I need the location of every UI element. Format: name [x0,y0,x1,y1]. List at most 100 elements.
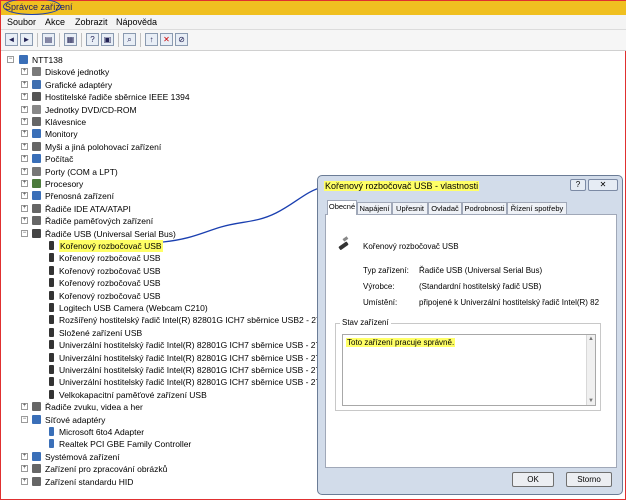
expand-icon[interactable]: + [21,93,28,101]
tab-rizeni-spotreby[interactable]: Řízení spotřeby [507,202,567,214]
expand-icon[interactable]: + [21,68,28,76]
tree-item-label: Řadiče IDE ATA/ATAPI [45,203,131,214]
collapse-icon[interactable]: − [21,415,28,423]
expand-icon[interactable]: + [21,403,28,411]
expand-icon[interactable]: + [21,217,28,225]
tree-root-label: NTT138 [32,55,63,65]
help-icon[interactable]: ? [86,33,99,46]
app-window: Správce zařízení Soubor Akce Zobrazit Ná… [0,0,626,500]
device-icon [32,129,41,139]
device-icon [32,179,41,188]
dialog-title: Kořenový rozbočovač USB - vlastnosti [324,181,480,191]
tab-ovladac[interactable]: Ovladač [428,202,462,214]
tree-item-label: Řadiče USB (Universal Serial Bus) [45,228,176,239]
tree-item-label: Zařízení pro zpracování obrázků [45,464,168,475]
tree-item-label: Kořenový rozbočovač USB [59,265,161,276]
device-icon [49,340,54,350]
tree-item-label: Procesory [45,179,84,189]
expand-icon[interactable]: + [21,105,28,113]
toolbar: ◄ ► ▤ ▦ ? ▣ ⌕ ↑ ✕ ⊘ [1,30,626,51]
device-icon [32,451,41,461]
expand-icon[interactable]: + [21,155,28,163]
device-icon [32,117,41,126]
expand-icon[interactable]: + [21,130,28,138]
status-textbox[interactable]: Toto zařízení pracuje správně. ▲ ▼ [342,334,596,406]
tree-item-label: Počítač [45,154,74,165]
tab-upresnit[interactable]: Upřesnit [392,202,428,214]
expand-icon[interactable]: + [21,204,28,212]
cancel-button[interactable]: Storno [566,472,612,487]
device-icon [32,79,41,89]
device-icon [32,203,41,213]
status-scrollbar[interactable]: ▲ ▼ [586,335,595,405]
prop-type-value: Řadiče USB (Universal Serial Bus) [419,266,543,275]
device-icon [32,141,41,151]
device-icon [32,92,41,102]
uninstall-icon[interactable]: ✕ [160,33,173,46]
toolbar-separator [37,33,38,47]
device-icon [49,315,54,325]
usb-device-icon [338,236,349,250]
tree-item-label: Řadiče paměťových zařízení [45,216,154,227]
expand-icon[interactable]: + [21,465,28,473]
tree-item-label: Zařízení standardu HID [45,476,134,487]
expand-icon[interactable]: + [21,180,28,187]
tree-item-label: Porty (COM a LPT) [45,166,118,177]
tree-item-label: Logitech USB Camera (Webcam C210) [59,303,208,313]
device-icon [32,402,41,412]
menu-soubor[interactable]: Soubor [7,17,36,27]
disable-icon[interactable]: ⊘ [175,33,188,46]
tree-item-label: Myši a jiná polohovací zařízení [45,141,162,152]
view-icon[interactable]: ▣ [101,33,114,46]
scroll-down-icon[interactable]: ▼ [588,398,594,404]
expand-icon[interactable]: + [21,118,28,125]
device-icon [32,414,41,424]
tree-item-label: Grafické adaptéry [45,79,113,90]
device-icon [32,216,41,226]
forward-icon[interactable]: ► [20,33,33,46]
properties-icon[interactable]: ▦ [64,33,77,46]
device-icon [49,389,54,399]
annotation-circle [3,0,61,15]
expand-icon[interactable]: + [21,167,28,175]
back-icon[interactable]: ◄ [5,33,18,46]
tree-item-label: Klávesnice [45,117,87,127]
tab-obecne[interactable]: Obecné [327,200,357,215]
ok-button[interactable]: OK [512,472,554,487]
device-icon [32,464,41,474]
menu-napoveda[interactable]: Nápověda [116,17,157,27]
device-icon [32,154,41,164]
tree-item-label: Univerzální hostitelský řadič Intel(R) 8… [59,352,332,363]
device-icon [49,327,54,337]
device-icon [49,365,54,374]
device-icon [49,352,54,362]
expand-icon[interactable]: + [21,192,28,200]
tree-item-label: Síťové adaptéry [45,414,106,425]
menu-zobrazit[interactable]: Zobrazit [75,17,108,27]
dialog-help-button[interactable]: ? [570,179,586,191]
tree-item-label: Složené zařízení USB [59,327,143,338]
tree-item-label: Přenosná zařízení [45,191,114,202]
dialog-close-button[interactable]: ✕ [588,179,618,191]
expand-icon[interactable]: + [21,477,28,485]
properties-dialog: Kořenový rozbočovač USB - vlastnosti ? ✕… [317,175,623,495]
expand-icon[interactable]: + [21,80,28,88]
tree-item-label: Monitory [45,129,78,140]
tree-icon[interactable]: ▤ [42,33,55,46]
collapse-icon[interactable]: − [21,229,28,237]
menu-akce[interactable]: Akce [45,17,65,27]
device-name: Kořenový rozbočovač USB [363,242,459,251]
collapse-icon[interactable]: − [7,56,14,63]
tree-item-label: Microsoft 6to4 Adapter [59,427,145,437]
tab-podrobnosti[interactable]: Podrobnosti [462,202,507,214]
device-icon [32,228,41,238]
expand-icon[interactable]: + [21,142,28,150]
tab-napajeni[interactable]: Napájení [357,202,392,214]
scan-icon[interactable]: ⌕ [123,33,136,46]
update-driver-icon[interactable]: ↑ [145,33,158,46]
tree-item-label: Kořenový rozbočovač USB [59,253,161,264]
tree-item-label: Realtek PCI GBE Family Controller [59,439,192,450]
scroll-up-icon[interactable]: ▲ [588,336,594,342]
expand-icon[interactable]: + [21,452,28,460]
tree-item-label: Univerzální hostitelský řadič Intel(R) 8… [59,365,333,375]
